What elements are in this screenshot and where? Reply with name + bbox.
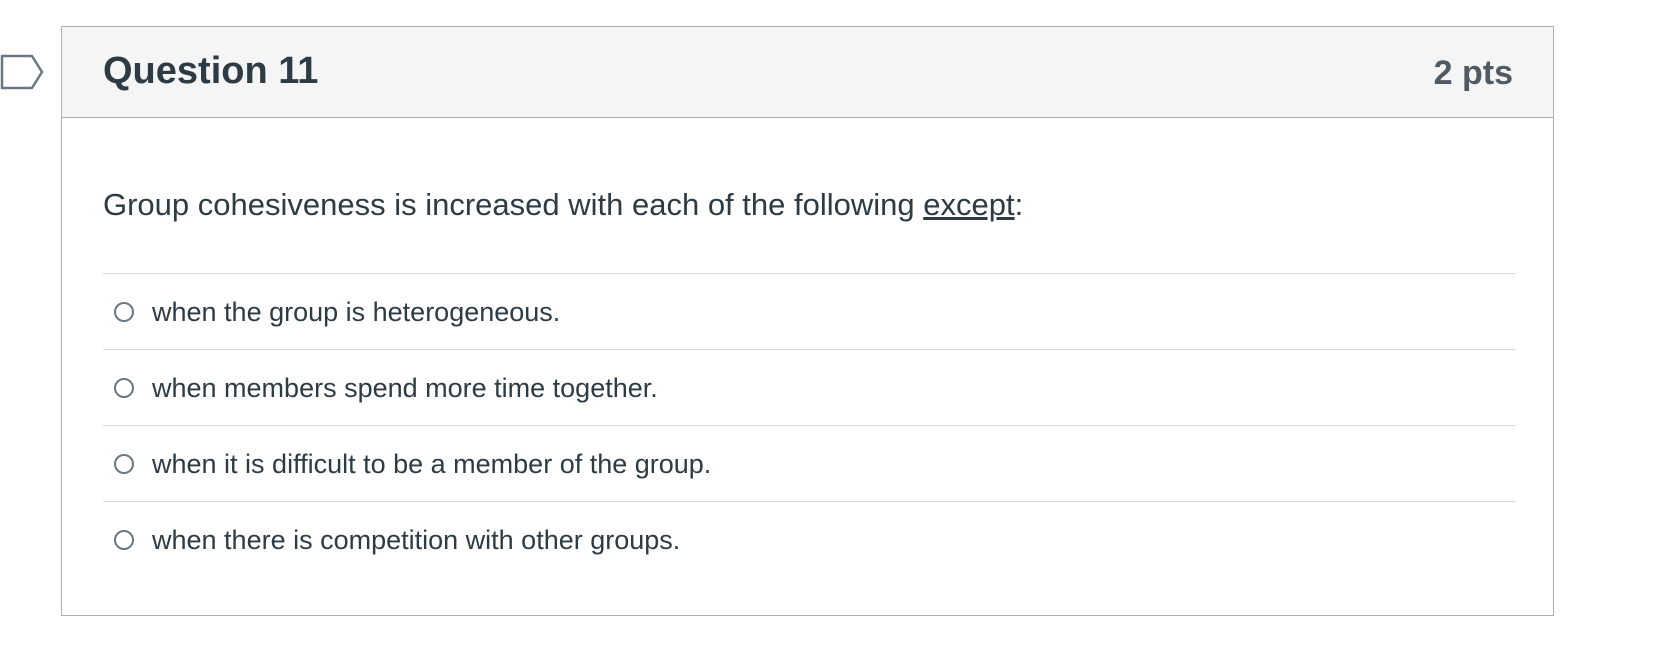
radio-button[interactable] (114, 453, 134, 474)
answer-label: when there is competition with other gro… (152, 524, 681, 555)
answer-option[interactable]: when the group is heterogeneous. (103, 273, 1515, 349)
answer-option[interactable]: when members spend more time together. (103, 349, 1515, 425)
answer-option[interactable]: when there is competition with other gro… (103, 501, 1515, 577)
question-text-end: : (1014, 187, 1024, 222)
question-title: Question 11 (103, 50, 319, 92)
question-text: Group cohesiveness is increased with eac… (103, 185, 1023, 225)
question-text-main: Group cohesiveness is increased with eac… (103, 187, 924, 222)
answer-label: when the group is heterogeneous. (152, 296, 561, 327)
answer-label: when members spend more time together. (152, 372, 658, 403)
answer-list: when the group is heterogeneous. when me… (103, 273, 1515, 577)
answer-option[interactable]: when it is difficult to be a member of t… (103, 425, 1515, 501)
radio-button[interactable] (114, 529, 134, 550)
flag-question-icon[interactable] (0, 52, 44, 92)
question-card: Question 11 2 pts Group cohesiveness is … (61, 26, 1554, 616)
question-header: Question 11 2 pts (62, 27, 1553, 118)
radio-button[interactable] (114, 301, 134, 322)
answer-label: when it is difficult to be a member of t… (152, 448, 712, 479)
question-text-emphasis: except (923, 187, 1015, 222)
radio-button[interactable] (114, 377, 134, 398)
question-points: 2 pts (1433, 54, 1513, 92)
